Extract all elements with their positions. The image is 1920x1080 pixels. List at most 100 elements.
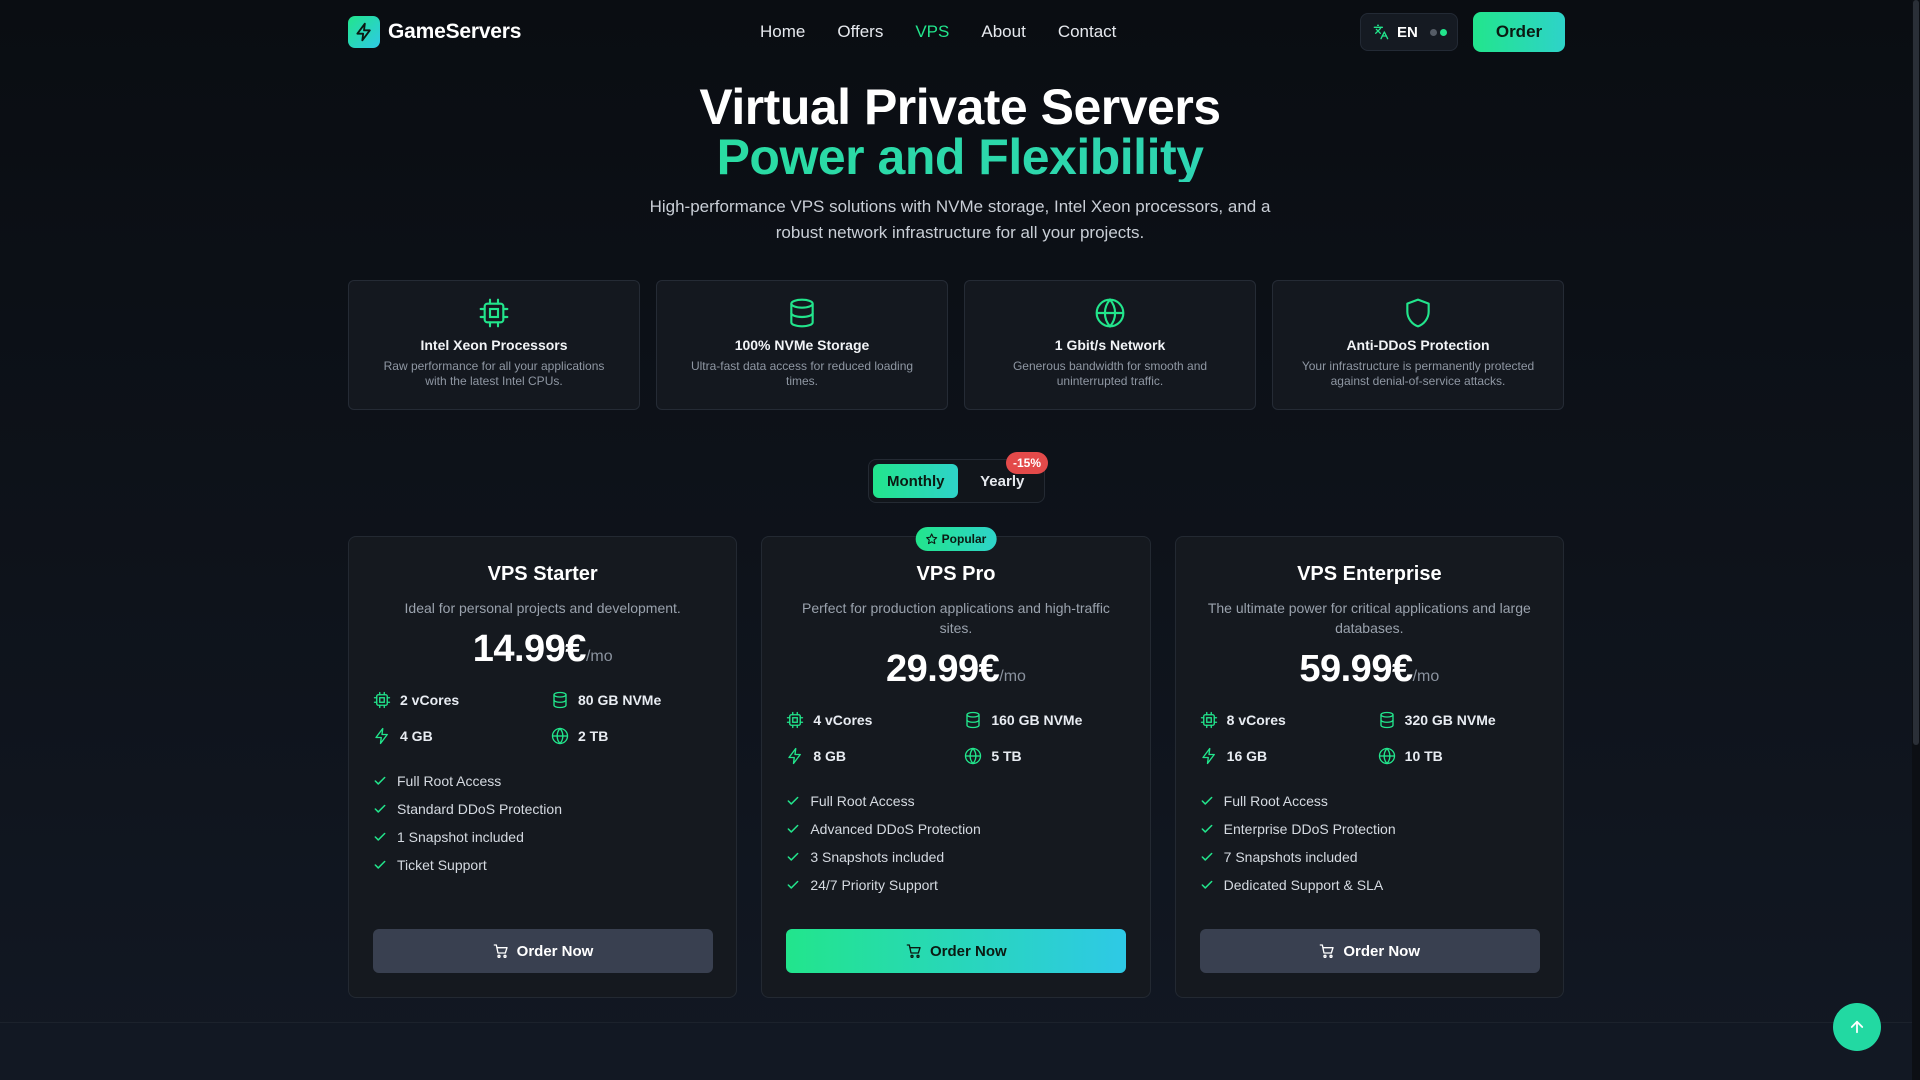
order-button[interactable]: Order bbox=[1473, 12, 1565, 52]
price-amount: 59.99€ bbox=[1299, 648, 1413, 690]
plan-price: 14.99€/mo bbox=[373, 628, 712, 671]
page-scrollbar[interactable] bbox=[1912, 0, 1920, 1080]
plan-card-enterprise: VPS Enterprise The ultimate power for cr… bbox=[1174, 536, 1564, 998]
cart-icon bbox=[906, 943, 922, 959]
spec-cores: 2 vCores bbox=[373, 689, 551, 711]
list-item-label: Enterprise DDoS Protection bbox=[1223, 821, 1396, 837]
cart-icon bbox=[1319, 943, 1335, 959]
spec-value: 80 GB NVMe bbox=[578, 692, 662, 708]
spec-value: 2 TB bbox=[578, 728, 609, 744]
plan-price: 59.99€/mo bbox=[1200, 648, 1539, 691]
list-item: Full Root Access bbox=[786, 787, 1125, 815]
feature-text: Ultra-fast data access for reduced loadi… bbox=[690, 359, 914, 388]
plan-feature-list: Full Root Access Standard DDoS Protectio… bbox=[373, 767, 712, 879]
feature-card-ddos: Anti-DDoS Protection Your infrastructure… bbox=[1272, 280, 1564, 410]
feature-card-storage: 100% NVMe Storage Ultra-fast data access… bbox=[656, 280, 948, 410]
list-item-label: Advanced DDoS Protection bbox=[810, 821, 981, 837]
feature-text: Your infrastructure is permanently prote… bbox=[1301, 359, 1535, 388]
lightning-icon bbox=[1200, 747, 1218, 765]
nav-link-offers[interactable]: Offers bbox=[837, 22, 883, 42]
feature-card-cpu: Intel Xeon Processors Raw performance fo… bbox=[348, 280, 640, 410]
cpu-icon bbox=[1200, 711, 1218, 729]
nav-link-about[interactable]: About bbox=[981, 22, 1025, 42]
star-icon bbox=[926, 533, 938, 545]
spec-value: 16 GB bbox=[1226, 748, 1268, 764]
list-item-label: 24/7 Priority Support bbox=[810, 877, 938, 893]
language-selector[interactable]: EN bbox=[1360, 13, 1458, 51]
yearly-discount-badge: -15% bbox=[1006, 452, 1049, 474]
feature-title: Anti-DDoS Protection bbox=[1346, 337, 1490, 353]
database-icon bbox=[964, 711, 982, 729]
check-icon bbox=[373, 774, 387, 788]
nav-link-home[interactable]: Home bbox=[760, 22, 805, 42]
button-label: Order Now bbox=[1343, 942, 1420, 960]
spec-storage: 160 GB NVMe bbox=[964, 709, 1124, 731]
check-icon bbox=[1200, 850, 1214, 864]
spec-cores: 8 vCores bbox=[1200, 709, 1378, 731]
spec-value: 8 vCores bbox=[1226, 712, 1286, 728]
check-icon bbox=[1200, 878, 1214, 892]
lightning-icon bbox=[786, 747, 804, 765]
scrollbar-thumb[interactable] bbox=[1913, 0, 1919, 745]
pricing-cards: VPS Starter Ideal for personal projects … bbox=[348, 527, 1564, 998]
list-item: Ticket Support bbox=[373, 851, 712, 879]
brand-name: GameServers bbox=[388, 20, 522, 43]
list-item: 24/7 Priority Support bbox=[786, 871, 1125, 899]
cpu-icon bbox=[349, 297, 639, 329]
spec-value: 10 TB bbox=[1404, 748, 1443, 764]
price-period: /mo bbox=[1412, 668, 1440, 685]
plan-description: Perfect for production applications and … bbox=[802, 600, 1110, 636]
list-item-label: Full Root Access bbox=[810, 793, 915, 809]
plan-specs: 4 vCores 160 GB NVMe 8 GB 5 TB bbox=[786, 709, 1125, 767]
translate-icon bbox=[1373, 24, 1389, 40]
spec-bandwidth: 5 TB bbox=[964, 745, 1124, 767]
list-item: Enterprise DDoS Protection bbox=[1200, 815, 1539, 843]
nav-link-vps[interactable]: VPS bbox=[915, 22, 949, 42]
brand-logo[interactable]: GameServers bbox=[348, 16, 521, 48]
order-now-button-enterprise[interactable]: Order Now bbox=[1199, 929, 1540, 973]
list-item: Full Root Access bbox=[373, 767, 712, 795]
check-icon bbox=[786, 822, 800, 836]
spec-bandwidth: 10 TB bbox=[1378, 745, 1538, 767]
plan-name: VPS Enterprise bbox=[1297, 563, 1442, 585]
spec-value: 4 vCores bbox=[813, 712, 873, 728]
button-label: Order Now bbox=[516, 942, 594, 960]
hero-title: Virtual Private Servers bbox=[699, 79, 1221, 135]
order-now-button-starter[interactable]: Order Now bbox=[373, 929, 713, 973]
price-period: /mo bbox=[999, 668, 1026, 685]
top-navigation: GameServers Home Offers VPS About Contac… bbox=[348, 12, 1565, 52]
scroll-to-top-button[interactable] bbox=[1833, 1003, 1881, 1051]
plan-name: VPS Pro bbox=[916, 563, 996, 585]
database-icon bbox=[657, 297, 947, 329]
check-icon bbox=[373, 858, 387, 872]
list-item-label: Full Root Access bbox=[1223, 793, 1328, 809]
plan-specs: 8 vCores 320 GB NVMe 16 GB 10 TB bbox=[1200, 709, 1539, 767]
price-amount: 29.99€ bbox=[886, 648, 1000, 690]
list-item: 7 Snapshots included bbox=[1200, 843, 1539, 871]
globe-icon bbox=[1378, 747, 1396, 765]
hero-title-accent: Power and Flexibility bbox=[0, 132, 1920, 182]
list-item-label: Ticket Support bbox=[397, 857, 487, 873]
nav-link-contact[interactable]: Contact bbox=[1058, 22, 1117, 42]
check-icon bbox=[1200, 822, 1214, 836]
arrow-up-icon bbox=[1848, 1018, 1866, 1036]
list-item: Full Root Access bbox=[1200, 787, 1539, 815]
spec-value: 5 TB bbox=[991, 748, 1022, 764]
order-now-button-pro[interactable]: Order Now bbox=[786, 929, 1127, 973]
list-item-label: 3 Snapshots included bbox=[810, 849, 945, 865]
feature-title: 100% NVMe Storage bbox=[734, 337, 870, 353]
plan-price: 29.99€/mo bbox=[786, 648, 1125, 691]
plan-card-starter: VPS Starter Ideal for personal projects … bbox=[348, 536, 738, 998]
spec-value: 8 GB bbox=[813, 748, 847, 764]
main-menu: Home Offers VPS About Contact bbox=[760, 22, 1116, 42]
plan-description: The ultimate power for critical applicat… bbox=[1207, 600, 1531, 636]
spec-bandwidth: 2 TB bbox=[551, 725, 711, 747]
button-label: Order Now bbox=[929, 942, 1007, 960]
list-item-label: Standard DDoS Protection bbox=[397, 801, 562, 817]
database-icon bbox=[551, 691, 569, 709]
billing-monthly-button[interactable]: Monthly bbox=[873, 464, 959, 498]
lightning-icon bbox=[348, 16, 380, 48]
feature-title: Intel Xeon Processors bbox=[420, 337, 568, 353]
check-icon bbox=[786, 850, 800, 864]
cpu-icon bbox=[373, 691, 391, 709]
